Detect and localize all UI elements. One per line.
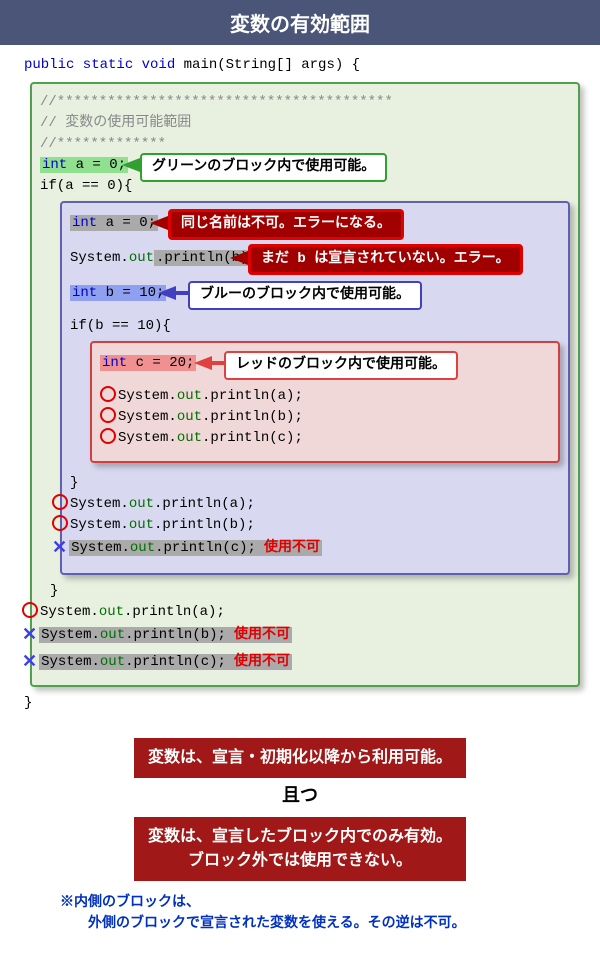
page-title: 変数の有効範囲: [230, 14, 370, 36]
print-b1-out: out: [129, 250, 154, 266]
red-print-c: System.out.println(c);: [100, 428, 550, 449]
arrow-green-icon: [122, 158, 140, 172]
ng-mark-icon: ✕: [22, 623, 37, 650]
decl-a2-line: int a = 0; 同じ名前は不可。エラーになる。: [70, 213, 560, 234]
comment-star-1: //**************************************…: [40, 92, 570, 113]
red-close-brace: }: [70, 473, 560, 494]
blue-print-c-ng: ✕System.out.println(c);使用不可: [52, 536, 560, 563]
summary-and: 且つ: [20, 784, 580, 811]
main-signature: public static void main(String[] args) {: [24, 55, 580, 76]
page-header: 変数の有効範囲: [0, 0, 600, 45]
ok-mark-icon: [100, 386, 116, 402]
callout-green: グリーンのブロック内で使用可能。: [140, 153, 387, 182]
arrow-pink-stem: [206, 361, 226, 365]
decl-a-line: int a = 0; グリーンのブロック内で使用可能。: [40, 155, 570, 176]
ng-mark-icon: ✕: [52, 536, 67, 563]
green-print-b-grey: System.out.println(b);使用不可: [39, 627, 292, 643]
blue-close-brace: }: [40, 581, 570, 602]
code-area: public static void main(String[] args) {…: [0, 45, 600, 955]
decl-a-rest: a = 0;: [67, 157, 126, 173]
main-close-brace: }: [24, 693, 580, 714]
callout-blue: ブルーのブロック内で使用可能。: [188, 281, 422, 310]
blue-print-c-grey: System.out.println(c);使用不可: [69, 540, 322, 556]
decl-a-highlight: int a = 0;: [40, 157, 128, 173]
red-print-a: System.out.println(a);: [100, 386, 550, 407]
footnote-l1: ※内側のブロックは、: [60, 895, 200, 911]
green-print-c-grey: System.out.println(c);使用不可: [39, 654, 292, 670]
footnote-l2: 外側のブロックで宣言された変数を使える。その逆は不可。: [88, 914, 580, 935]
if-b-line: if(b == 10){: [70, 316, 560, 337]
decl-c-rest: c = 20;: [127, 355, 194, 371]
callout-red-dup: 同じ名前は不可。エラーになる。: [168, 209, 404, 240]
summary-area: 変数は、宣言・初期化以降から利用可能。 且つ 変数は、宣言したブロック内でのみ有…: [20, 738, 580, 881]
kw-int-b: int: [72, 285, 97, 301]
kw-int-a2: int: [72, 215, 97, 231]
red-block: int c = 20; レッドのブロック内で使用可能。 System.out.p…: [90, 341, 560, 463]
blue-block: int a = 0; 同じ名前は不可。エラーになる。 System.out.pr…: [60, 201, 570, 575]
main-rest: main(String[] args) {: [175, 57, 360, 73]
decl-a2-highlight: int a = 0;: [70, 215, 158, 231]
keyword-public-static-void: public static void: [24, 57, 175, 73]
callout-pink: レッドのブロック内で使用可能。: [224, 351, 458, 380]
decl-b-highlight: int b = 10;: [70, 285, 166, 301]
arrow-red1-icon: [150, 216, 168, 230]
kw-int-c: int: [102, 355, 127, 371]
ok-mark-icon: [52, 494, 68, 510]
ok-mark-icon: [22, 602, 38, 618]
green-print-c-ng: ✕System.out.println(c);使用不可: [22, 650, 570, 677]
green-block: //**************************************…: [30, 82, 580, 687]
green-print-a: System.out.println(a);: [22, 602, 570, 623]
callout-red-undeclared: まだ b は宣言されていない。エラー。: [248, 244, 523, 275]
decl-c-highlight: int c = 20;: [100, 355, 196, 371]
ok-mark-icon: [52, 515, 68, 531]
comment-star-2: //*************: [40, 134, 570, 155]
comment-scope: // 変数の使用可能範囲: [40, 113, 570, 134]
blue-print-a: System.out.println(a);: [52, 494, 560, 515]
arrow-red2-icon: [230, 251, 248, 265]
summary-box-2: 変数は、宣言したブロック内でのみ有効。 ブロック外では使用できない。: [134, 817, 466, 881]
decl-b-line: int b = 10; ブルーのブロック内で使用可能。: [70, 283, 560, 304]
ng-mark-icon: ✕: [22, 650, 37, 677]
decl-a2-rest: a = 0;: [97, 215, 156, 231]
green-print-b-ng: ✕System.out.println(b);使用不可: [22, 623, 570, 650]
decl-b-rest: b = 10;: [97, 285, 164, 301]
print-b-undeclared-line: System.out.println(b); まだ b は宣言されていない。エラ…: [70, 248, 560, 269]
ok-mark-icon: [100, 407, 116, 423]
summary-box-1: 変数は、宣言・初期化以降から利用可能。: [134, 738, 466, 778]
ok-mark-icon: [100, 428, 116, 444]
arrow-blue-stem: [170, 291, 190, 295]
kw-int-a: int: [42, 157, 67, 173]
red-print-b: System.out.println(b);: [100, 407, 550, 428]
decl-c-line: int c = 20; レッドのブロック内で使用可能。: [100, 353, 550, 374]
print-b1-pre: System.: [70, 250, 129, 266]
blue-print-b: System.out.println(b);: [52, 515, 560, 536]
